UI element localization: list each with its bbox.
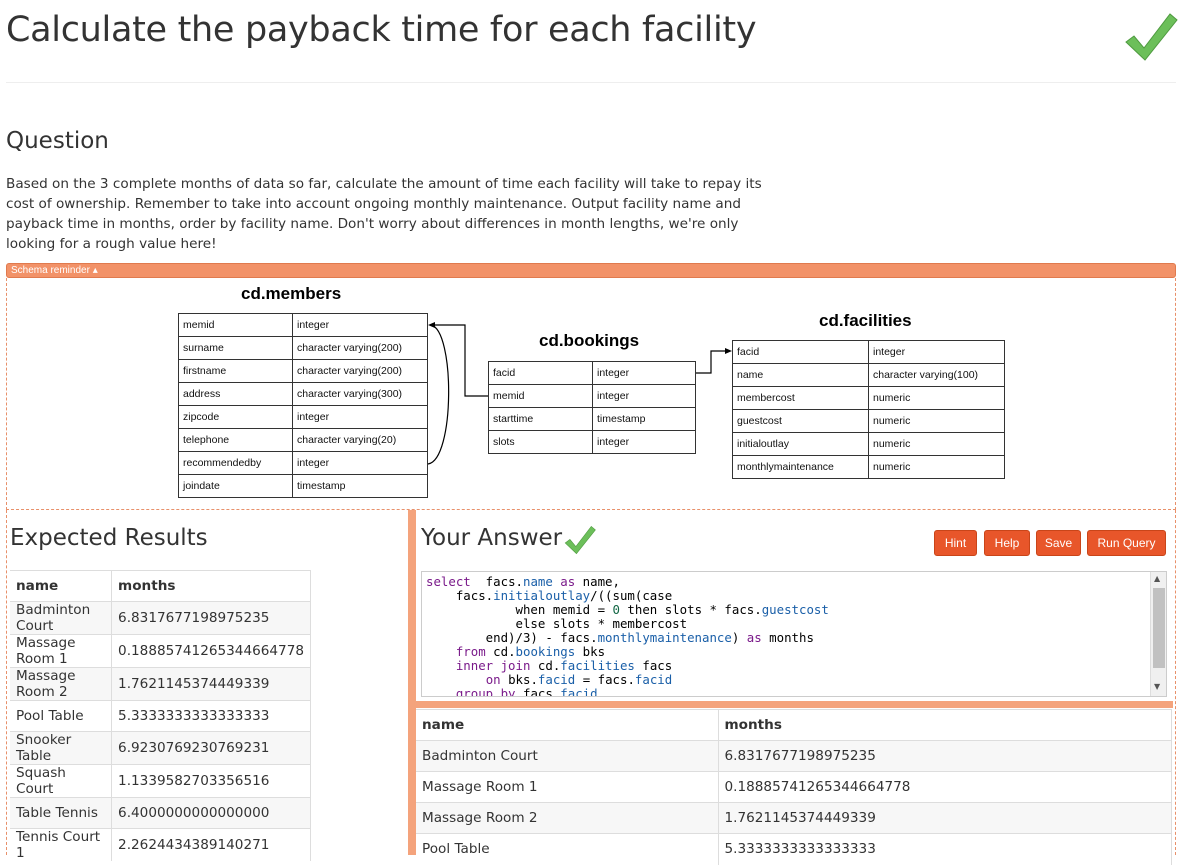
checkmark-icon xyxy=(564,525,596,555)
facility-name-cell: Pool Table xyxy=(416,833,719,865)
facility-name-cell: Massage Room 1 xyxy=(10,634,113,668)
help-button[interactable]: Help xyxy=(984,530,1030,556)
facility-name-cell: Table Tennis xyxy=(10,797,113,829)
relation-line xyxy=(431,324,488,397)
table-row: Badminton Court 6.8317677198975235 xyxy=(416,740,1172,772)
save-button[interactable]: Save xyxy=(1036,530,1081,556)
table-row: Massage Room 1 0.18885741265344664778 xyxy=(416,771,1172,803)
facility-name-cell: Squash Court xyxy=(10,764,113,798)
scrollbar-thumb[interactable] xyxy=(1153,588,1165,668)
table-row: Badminton Court 6.8317677198975235 xyxy=(10,601,311,635)
column-header: months xyxy=(111,570,311,602)
arrowhead xyxy=(725,348,732,354)
scroll-down-icon[interactable]: ▼ xyxy=(1154,682,1160,691)
months-cell: 2.2624434389140271 xyxy=(111,828,311,861)
column-header: name xyxy=(416,709,719,741)
editor-scrollbar[interactable]: ▲ ▼ xyxy=(1150,572,1166,696)
months-cell: 0.18885741265344664778 xyxy=(111,634,311,668)
your-answer-heading: Your Answer xyxy=(421,525,563,551)
months-cell: 0.18885741265344664778 xyxy=(718,771,1172,803)
months-cell: 1.1339582703356516 xyxy=(111,764,311,798)
run-query-button[interactable]: Run Query xyxy=(1087,530,1166,556)
table-header-row: name months xyxy=(416,709,1172,741)
sql-code[interactable]: select facs.name as name, facs.initialou… xyxy=(422,572,1166,697)
facility-name-cell: Badminton Court xyxy=(416,740,719,772)
question-heading: Question xyxy=(6,128,109,154)
table-row: Snooker Table 6.9230769230769231 xyxy=(10,731,311,765)
facility-name-cell: Massage Room 2 xyxy=(416,802,719,834)
table-row: Massage Room 2 1.7621145374449339 xyxy=(10,667,311,701)
hint-button[interactable]: Hint xyxy=(934,530,977,556)
months-cell: 5.3333333333333333 xyxy=(111,700,311,732)
column-header: months xyxy=(718,709,1172,741)
months-cell: 6.8317677198975235 xyxy=(718,740,1172,772)
expected-results-heading: Expected Results xyxy=(10,525,208,551)
sql-editor[interactable]: select facs.name as name, facs.initialou… xyxy=(421,571,1167,697)
schema-reminder-toggle[interactable]: Schema reminder ▴ xyxy=(6,263,1176,278)
table-row: Pool Table 5.3333333333333333 xyxy=(416,833,1172,865)
months-cell: 1.7621145374449339 xyxy=(111,667,311,701)
facility-name-cell: Massage Room 2 xyxy=(10,667,113,701)
pane-resize-handle[interactable] xyxy=(408,510,416,855)
table-row: Massage Room 2 1.7621145374449339 xyxy=(416,802,1172,834)
relation-line xyxy=(696,350,729,374)
title-divider xyxy=(6,82,1176,83)
answer-results-table: name months Badminton Court 6.8317677198975… xyxy=(416,709,1172,865)
months-cell: 1.7621145374449339 xyxy=(718,802,1172,834)
facility-name-cell: Pool Table xyxy=(10,700,113,732)
months-cell: 6.8317677198975235 xyxy=(111,601,311,635)
months-cell: 6.9230769230769231 xyxy=(111,731,311,765)
column-header: name xyxy=(10,570,113,602)
facility-name-cell: Tennis Court 1 xyxy=(10,828,113,861)
relation-line xyxy=(427,324,450,465)
page-title: Calculate the payback time for each faci… xyxy=(6,10,757,50)
table-row: Pool Table 5.3333333333333333 xyxy=(10,700,311,732)
question-text: Based on the 3 complete months of data s… xyxy=(6,176,762,252)
expected-results-table: name months Badminton Court 6.8317677198975… xyxy=(10,570,311,861)
facility-name-cell: Massage Room 1 xyxy=(416,771,719,803)
schema-diagram: cd.members memid integer surname character … xyxy=(6,278,1176,510)
editor-resize-handle[interactable] xyxy=(416,701,1173,708)
checkmark-icon xyxy=(1125,13,1178,61)
facility-name-cell: Badminton Court xyxy=(10,601,113,635)
table-row: Massage Room 1 0.18885741265344664778 xyxy=(10,634,311,668)
table-header-row: name months xyxy=(10,570,311,602)
schema-relations xyxy=(427,322,732,465)
table-row: Squash Court 1.1339582703356516 xyxy=(10,764,311,798)
table-row: Tennis Court 1 2.2624434389140271 xyxy=(10,828,311,861)
months-cell: 5.3333333333333333 xyxy=(718,833,1172,865)
table-row: Table Tennis 6.4000000000000000 xyxy=(10,797,311,829)
months-cell: 6.4000000000000000 xyxy=(111,797,311,829)
facility-name-cell: Snooker Table xyxy=(10,731,113,765)
scroll-up-icon[interactable]: ▲ xyxy=(1154,574,1160,583)
